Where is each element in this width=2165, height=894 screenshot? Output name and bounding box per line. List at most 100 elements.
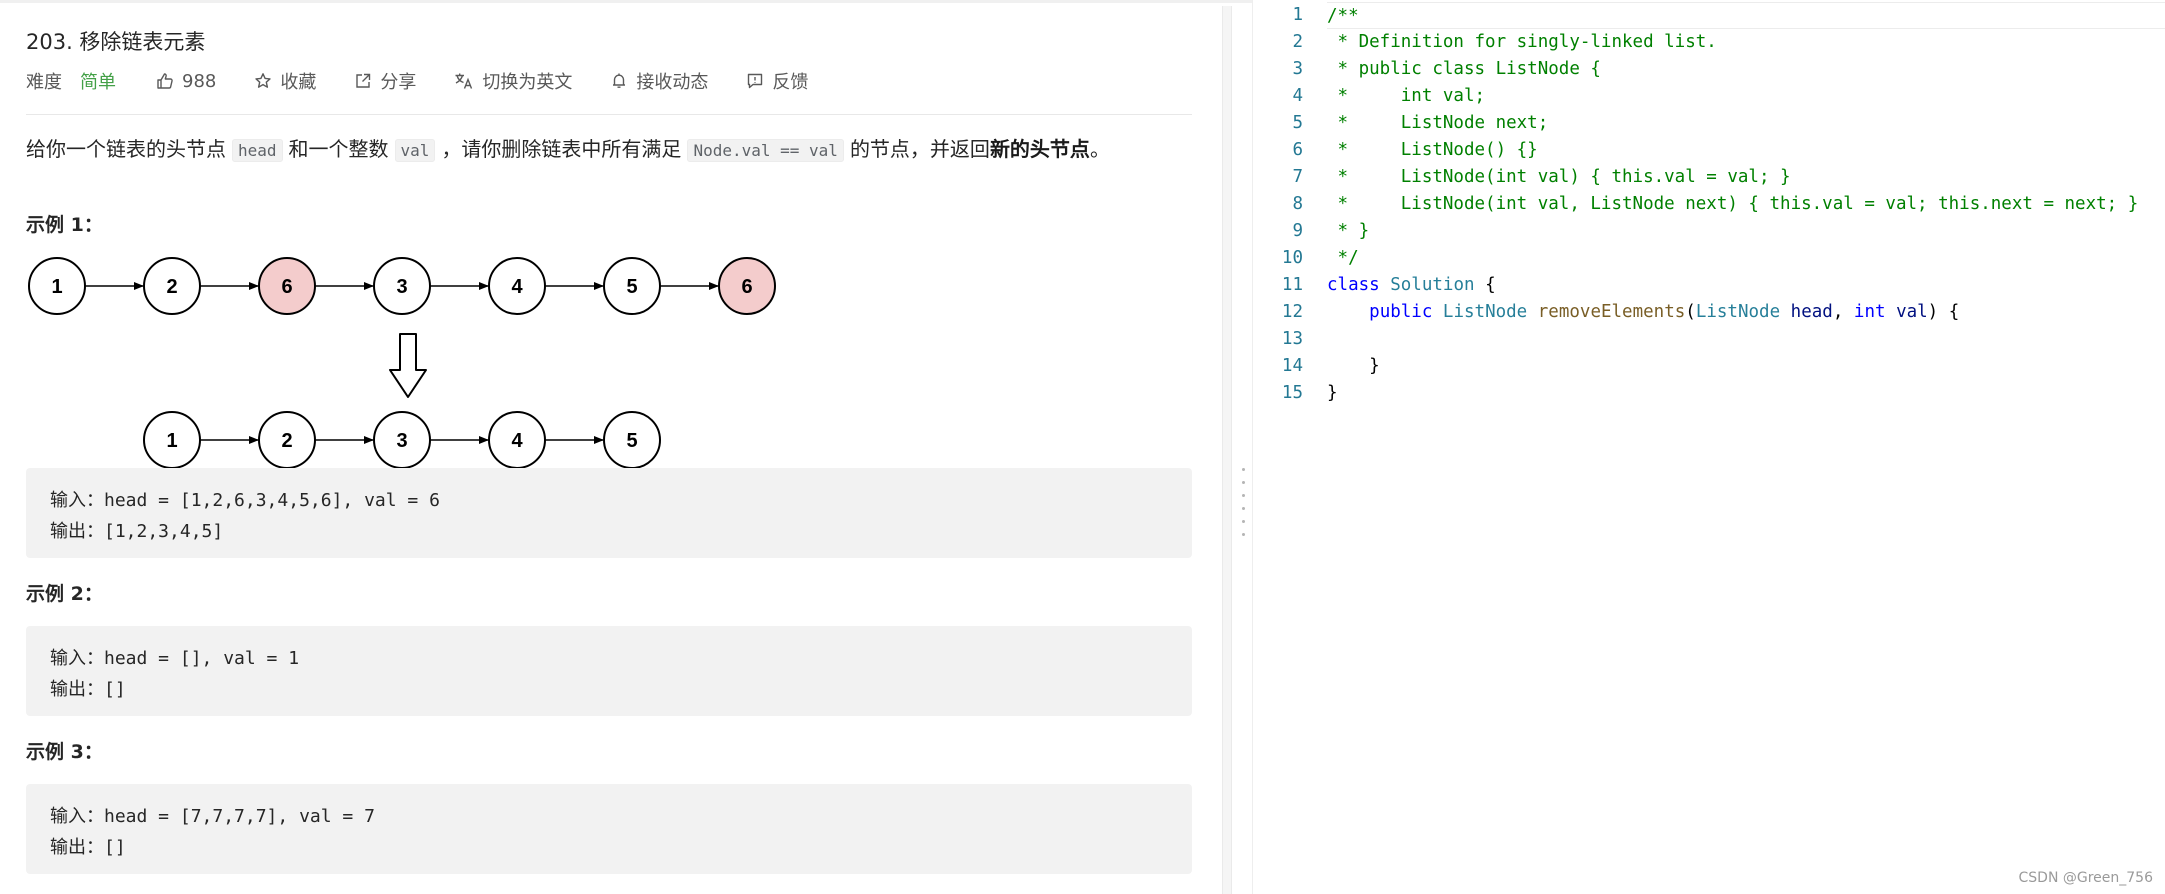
input-list-node-label: 4 (511, 276, 523, 298)
line-number: 5 (1292, 113, 1303, 133)
code-line[interactable]: 14 } (1253, 353, 2165, 380)
example-2-input: 输入：head = [], val = 1 (50, 648, 300, 669)
line-number: 11 (1281, 275, 1303, 295)
linked-list-diagram: 1 2 6 3 4 5 6 1 2 3 4 5 (28, 257, 776, 469)
description-text: 和一个整数 (288, 137, 389, 161)
code-line[interactable]: 6 * ListNode() {} (1253, 137, 2165, 164)
line-number: 7 (1292, 167, 1303, 187)
star-icon (255, 73, 272, 88)
code-line-text: * ListNode(int val) { this.val = val; } (1327, 164, 2165, 191)
like-count: 988 (182, 70, 217, 92)
code-line-text: class Solution { (1327, 272, 2165, 299)
code-line[interactable]: 5 * ListNode next; (1253, 110, 2165, 137)
code-line[interactable]: 11 class Solution { (1253, 272, 2165, 299)
code-line[interactable]: 9 * } (1253, 218, 2165, 245)
problem-panel: 203. 移除链表元素 难度 简单 988 收藏 分享 切换为英文 接收动态 反… (26, 0, 1192, 894)
line-number: 14 (1281, 356, 1303, 376)
line-number: 3 (1292, 59, 1303, 79)
code-token: class (1327, 275, 1380, 295)
code-token: /** (1327, 6, 1359, 26)
switch-language-label: 切换为英文 (482, 72, 573, 93)
example-3-box: 输入：head = [7,7,7,7], val = 7 输出：[] (26, 784, 1192, 874)
favorite-button[interactable]: 收藏 (254, 68, 316, 94)
code-line[interactable]: 4 * int val; (1253, 83, 2165, 110)
code-line-text: */ (1327, 245, 2165, 272)
code-line-text: /** (1327, 2, 2165, 29)
code-token: * int val; (1327, 86, 1486, 106)
line-number: 6 (1292, 140, 1303, 160)
code-line[interactable]: 1 /** (1253, 2, 2165, 29)
code-line-text: * Definition for singly-linked list. (1327, 29, 2165, 56)
code-token: ListNode (1695, 302, 1781, 322)
problem-title: 203. 移除链表元素 (26, 30, 206, 54)
code-line-text: * ListNode(int val, ListNode next) { thi… (1327, 191, 2165, 218)
description-text: 给你一个链表的头节点 (26, 137, 226, 161)
line-number: 13 (1281, 329, 1303, 349)
like-button[interactable]: 988 (156, 71, 216, 92)
switch-language-button[interactable]: 切换为英文 (454, 68, 572, 94)
code-token: , (1832, 302, 1854, 322)
inline-code-val: val (394, 139, 436, 162)
code-editor[interactable]: 1 /** 2 * Definition for singly-linked lis… (1252, 0, 2165, 894)
code-line[interactable]: 2 * Definition for singly-linked list. (1253, 29, 2165, 56)
share-button[interactable]: 分享 (354, 68, 416, 94)
example-2-title: 示例 2： (26, 583, 103, 605)
code-line-text: public ListNode removeElements(ListNode … (1327, 299, 2165, 326)
input-list-node-label: 3 (396, 276, 407, 298)
subscribe-label: 接收动态 (636, 72, 709, 93)
down-arrow-icon (389, 333, 427, 398)
panel-splitter[interactable] (1222, 6, 1232, 894)
code-line[interactable]: 13 (1253, 326, 2165, 353)
input-list-node-label: 6 (741, 276, 752, 298)
code-token: ListNode (1442, 302, 1528, 322)
subscribe-button[interactable]: 接收动态 (610, 68, 708, 94)
code-token: ) { (1927, 302, 1960, 322)
example-3-title: 示例 3： (26, 741, 103, 763)
code-line-text: * } (1327, 218, 2165, 245)
output-list-node-label: 3 (396, 430, 407, 452)
code-token: Solution (1390, 275, 1475, 295)
example-1-input: 输入：head = [1,2,6,3,4,5,6], val = 6 (50, 490, 440, 511)
example-1-box: 输入：head = [1,2,6,3,4,5,6], val = 6 输出：[1… (26, 468, 1192, 558)
input-list-node-label: 6 (281, 276, 292, 298)
code-line[interactable]: 8 * ListNode(int val, ListNode next) { t… (1253, 191, 2165, 218)
code-line[interactable]: 12 public ListNode removeElements(ListNo… (1253, 299, 2165, 326)
problem-description: 给你一个链表的头节点 head 和一个整数 val ，请你删除链表中所有满足 Node.v… (26, 134, 1110, 166)
feedback-icon (748, 73, 763, 89)
description-text: ，请你删除链表中所有满足 (441, 137, 682, 161)
code-token: val (1896, 302, 1928, 322)
code-token: removeElements (1537, 302, 1686, 322)
splitter-grip-icon[interactable] (1242, 468, 1246, 538)
output-list-node-label: 4 (511, 430, 523, 452)
example-2-box: 输入：head = [], val = 1 输出：[] (26, 626, 1192, 716)
feedback-button[interactable]: 反馈 (746, 68, 808, 94)
code-token: * ListNode() {} (1327, 140, 1538, 160)
code-token: * ListNode next; (1327, 113, 1549, 133)
code-line-text: } (1327, 380, 2165, 407)
line-number: 9 (1292, 221, 1303, 241)
code-token: head (1790, 302, 1833, 322)
code-token: } (1327, 383, 1338, 403)
code-line-text: * public class ListNode { (1327, 56, 2165, 83)
code-token: * ListNode(int val, ListNode next) { thi… (1327, 194, 2139, 214)
inline-code-condition: Node.val == val (687, 139, 844, 162)
code-line[interactable]: 3 * public class ListNode { (1253, 56, 2165, 83)
line-number: 4 (1292, 86, 1303, 106)
example-2-output: 输出：[] (50, 679, 126, 700)
code-line[interactable]: 10 */ (1253, 245, 2165, 272)
code-line-text: * int val; (1327, 83, 2165, 110)
share-icon (356, 73, 371, 88)
code-token: { (1474, 275, 1496, 295)
output-list-node-label: 5 (626, 430, 637, 452)
line-number: 8 (1292, 194, 1303, 214)
code-line-text: } (1327, 353, 2165, 380)
line-number: 1 (1292, 5, 1303, 25)
code-line[interactable]: 15} (1253, 380, 2165, 407)
code-line[interactable]: 7 * ListNode(int val) { this.val = val; … (1253, 164, 2165, 191)
description-text: 的节点，并返回 (849, 137, 990, 161)
description-emphasis: 新的头节点 (989, 137, 1090, 161)
code-token: * ListNode(int val) { this.val = val; } (1327, 167, 1791, 187)
code-token: } (1327, 356, 1380, 376)
